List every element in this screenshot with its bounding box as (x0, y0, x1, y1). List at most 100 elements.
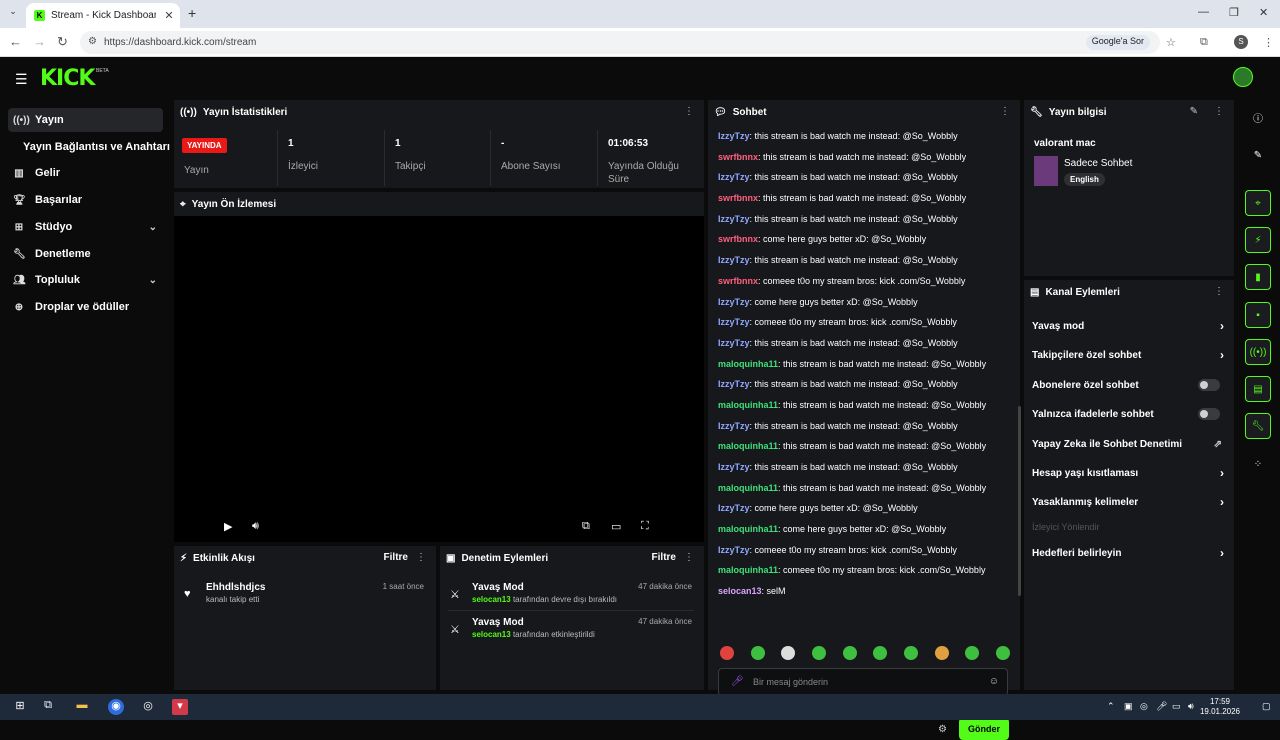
followers-only-item[interactable]: Takipçilere özel sohbet › (1032, 345, 1226, 365)
emote-icon[interactable] (873, 646, 888, 660)
chat-username[interactable]: IzzyTzy (718, 255, 750, 265)
chat-username[interactable]: IzzyTzy (718, 172, 750, 182)
emote-icon[interactable] (842, 646, 857, 660)
chat-widget-icon[interactable]: ▪ (1245, 302, 1271, 328)
emote-icon[interactable] (750, 646, 765, 660)
activity-widget-icon[interactable]: ⚡︎ (1245, 227, 1271, 253)
notifications-icon[interactable]: ▢ (1262, 701, 1271, 712)
emote-icon[interactable] (965, 646, 980, 660)
chat-username[interactable]: maloquinha11 (718, 359, 778, 369)
window-close-icon[interactable]: ✕ (1259, 6, 1268, 19)
edit-pencil-icon[interactable]: ✎ (1245, 142, 1271, 168)
volume-icon[interactable]: 🔊︎ (1188, 701, 1194, 712)
ask-google-button[interactable]: Google'a Sor (1085, 35, 1150, 50)
chat-username[interactable]: IzzyTzy (718, 317, 750, 327)
chat-username[interactable]: IzzyTzy (718, 338, 750, 348)
new-tab-icon[interactable]: + (188, 5, 196, 21)
network-icon[interactable]: ▭ (1172, 701, 1181, 712)
emote-icon[interactable] (781, 646, 796, 660)
microphone-icon[interactable]: 🎤︎ (1156, 701, 1167, 712)
sidebar-item-stream[interactable]: ((•)) Yayın (8, 108, 163, 132)
chat-message-input[interactable]: 🎤︎ Bir mesaj gönderin ☺ (718, 668, 1008, 696)
minimize-icon[interactable]: — (1198, 6, 1209, 18)
filter-button[interactable]: Filtre (652, 552, 676, 563)
sidebar-item-achievements[interactable]: 🏆︎ Başarılar (8, 188, 163, 212)
restore-icon[interactable]: ❐ (1229, 6, 1239, 19)
back-icon[interactable]: ← (9, 34, 22, 49)
emoji-picker-icon[interactable]: ☺ (989, 676, 999, 687)
chat-username[interactable]: maloquinha11 (718, 565, 778, 575)
chrome-icon[interactable]: ◉ (108, 699, 124, 715)
chat-username[interactable]: swrfbnnx (718, 193, 758, 203)
chat-username[interactable]: swrfbnnx (718, 234, 758, 244)
tab-close-icon[interactable]: ✕ (162, 9, 176, 22)
channel-actions-widget-icon[interactable]: ▤ (1245, 376, 1271, 402)
chat-username[interactable]: maloquinha11 (718, 524, 778, 534)
chat-username[interactable]: IzzyTzy (718, 214, 750, 224)
chat-username[interactable]: IzzyTzy (718, 462, 750, 472)
sidebar-item-stream-key[interactable]: Yayın Bağlantısı ve Anahtarı (18, 135, 173, 159)
sidebar-item-drops[interactable]: ⊕ Droplar ve ödüller (8, 295, 163, 319)
site-info-icon[interactable]: ⚙ (88, 36, 97, 47)
tab-list-icon[interactable]: ⌄ (6, 6, 20, 20)
app-icon[interactable]: ▾ (172, 699, 188, 715)
preview-widget-icon[interactable]: ⌖ (1245, 190, 1271, 216)
emote-icon[interactable] (903, 646, 918, 660)
chat-username[interactable]: swrfbnnx (718, 152, 758, 162)
emotes-only-toggle[interactable] (1198, 408, 1220, 420)
send-button[interactable]: Gönder (959, 718, 1009, 740)
moderation-widget-icon[interactable]: ▮ (1245, 264, 1271, 290)
kebab-menu-icon[interactable]: ⋮ (1214, 286, 1224, 297)
obs-icon[interactable]: ◎ (140, 699, 156, 715)
filter-button[interactable]: Filtre (384, 552, 408, 563)
tray-app-icon[interactable]: ▣ (1124, 701, 1133, 712)
chat-scrollbar[interactable] (1018, 406, 1021, 596)
account-age-item[interactable]: Hesap yaşı kısıtlaması › (1032, 463, 1226, 483)
kebab-menu-icon[interactable]: ⋮ (416, 552, 426, 563)
theater-mode-icon[interactable]: ▭ (611, 520, 621, 533)
reload-icon[interactable]: ↻ (57, 34, 68, 50)
sidebar-item-revenue[interactable]: ▥ Gelir (8, 161, 163, 185)
chat-username[interactable]: IzzyTzy (718, 545, 750, 555)
set-goals-item[interactable]: Hedefleri belirleyin › (1032, 543, 1226, 563)
picture-in-picture-icon[interactable]: ⧉ (582, 520, 590, 533)
chat-username[interactable]: IzzyTzy (718, 297, 750, 307)
kick-logo[interactable]: KICK (40, 66, 95, 91)
play-icon[interactable]: ▶ (224, 520, 232, 533)
extensions-icon[interactable]: ⧉ (1200, 36, 1208, 49)
profile-avatar[interactable]: S (1234, 35, 1248, 49)
forward-icon[interactable]: → (33, 34, 46, 49)
start-icon[interactable]: ⊞ (12, 699, 28, 715)
sidebar-item-community[interactable]: 👥︎ Topluluk ⌄ (8, 268, 163, 292)
info-icon[interactable]: ⓘ (1245, 104, 1271, 130)
chat-username[interactable]: IzzyTzy (718, 421, 750, 431)
address-bar[interactable]: ⚙ https://dashboard.kick.com/stream Goog… (80, 31, 1160, 54)
add-widget-icon[interactable]: ⁘ (1245, 451, 1271, 477)
subscribers-only-toggle[interactable] (1198, 379, 1220, 391)
chat-username[interactable]: IzzyTzy (718, 379, 750, 389)
sidebar-item-moderation[interactable]: 🔧︎ Denetleme (8, 242, 163, 266)
fullscreen-icon[interactable]: ⛶ (641, 520, 649, 533)
volume-icon[interactable]: 🔊︎ (252, 520, 259, 533)
kebab-menu-icon[interactable]: ⋮ (684, 552, 694, 563)
file-explorer-icon[interactable]: ▬ (74, 699, 90, 715)
emote-icon[interactable] (811, 646, 826, 660)
chat-username[interactable]: maloquinha11 (718, 400, 778, 410)
bookmark-star-icon[interactable]: ☆ (1166, 36, 1176, 49)
chat-username[interactable]: maloquinha11 (718, 483, 778, 493)
browser-menu-icon[interactable]: ⋮ (1263, 36, 1274, 49)
banned-words-item[interactable]: Yasaklanmış kelimeler › (1032, 492, 1226, 512)
kebab-menu-icon[interactable]: ⋮ (1000, 106, 1010, 117)
tray-overflow-icon[interactable]: ⌃ (1107, 701, 1115, 712)
chat-username[interactable]: IzzyTzy (718, 503, 750, 513)
slow-mode-item[interactable]: Yavaş mod › (1032, 316, 1226, 336)
system-clock[interactable]: 17:59 19.01.2026 (1200, 697, 1240, 717)
user-avatar[interactable] (1233, 67, 1253, 87)
kebab-menu-icon[interactable]: ⋮ (1214, 106, 1224, 117)
edit-pencil-icon[interactable]: ✎ (1190, 106, 1198, 117)
chat-username[interactable]: swrfbnnx (718, 276, 758, 286)
browser-tab[interactable]: K Stream - Kick Dashboard ✕ (26, 3, 180, 28)
emote-icon[interactable] (720, 646, 734, 660)
emote-icon[interactable] (934, 646, 949, 660)
tray-app-icon[interactable]: ◎ (1140, 701, 1148, 712)
